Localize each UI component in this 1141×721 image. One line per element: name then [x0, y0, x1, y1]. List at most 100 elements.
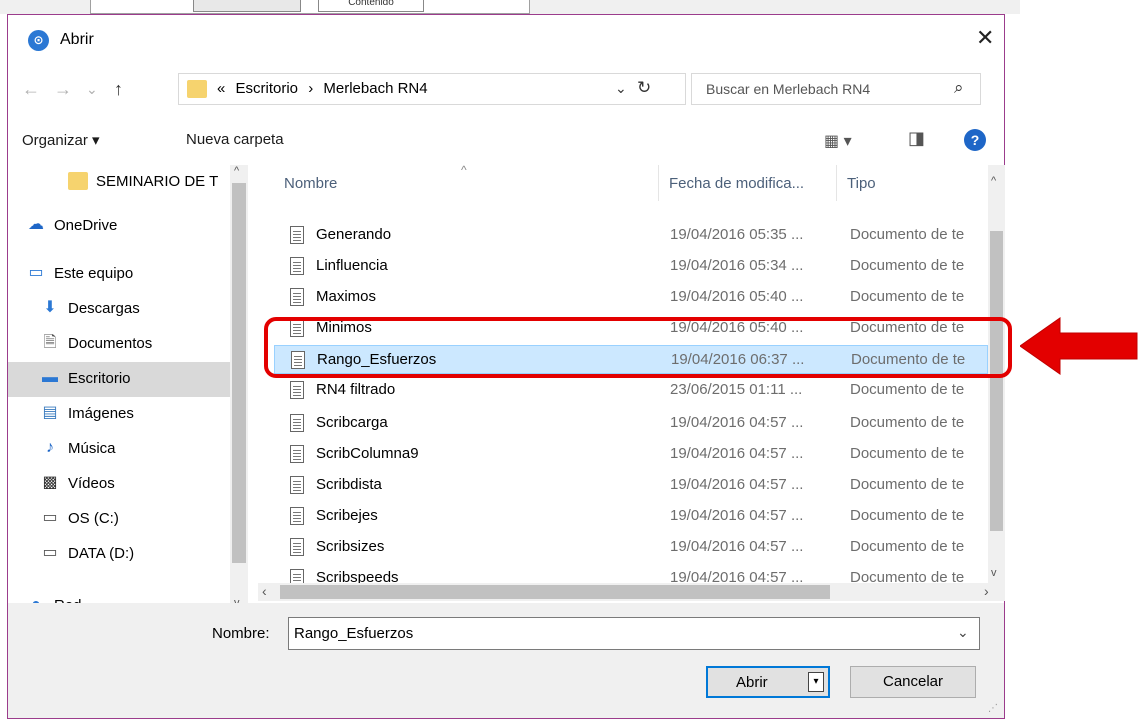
sidebar-item-label: OS (C:)	[68, 510, 119, 527]
pictures-icon: ▤	[42, 404, 58, 421]
text-file-icon	[290, 414, 304, 432]
refresh-icon[interactable]: ↻	[637, 78, 651, 98]
file-date: 19/04/2016 05:34 ...	[670, 257, 804, 274]
file-name: Generando	[316, 226, 392, 243]
text-file-icon	[290, 507, 304, 525]
file-list: Nombre ^ Fecha de modifica... Tipo Gener…	[258, 165, 988, 601]
sidebar-item-este-equipo[interactable]: ▭ Este equipo	[8, 257, 230, 292]
scroll-left-icon[interactable]: ‹	[262, 583, 267, 599]
sidebar-item-onedrive[interactable]: ☁ OneDrive	[8, 209, 230, 244]
resize-grip-icon[interactable]: ⋰	[988, 703, 998, 714]
open-options-dropdown-icon[interactable]: ▾	[808, 672, 824, 692]
vertical-scroll-thumb[interactable]	[990, 231, 1003, 531]
address-dropdown-icon[interactable]: ⌄	[615, 80, 627, 97]
music-icon: ♪	[46, 439, 54, 456]
sidebar-item-label: SEMINARIO DE T	[96, 173, 219, 190]
search-icon[interactable]: ⌕	[954, 78, 964, 98]
cancel-button[interactable]: Cancelar	[850, 666, 976, 698]
sidebar-item-seminario[interactable]: SEMINARIO DE T	[8, 165, 230, 200]
file-row[interactable]: Generando 19/04/2016 05:35 ... Documento…	[258, 221, 988, 250]
text-file-icon	[290, 257, 304, 275]
sidebar-scroll-thumb[interactable]	[232, 183, 246, 563]
file-row[interactable]: Scribdista 19/04/2016 04:57 ... Document…	[258, 471, 988, 500]
horizontal-scroll-thumb[interactable]	[280, 585, 830, 599]
search-placeholder: Buscar en Merlebach RN4	[706, 81, 871, 97]
file-date: 19/04/2016 04:57 ...	[670, 507, 804, 524]
sort-ascending-icon: ^	[461, 165, 467, 177]
scroll-up-icon[interactable]: ^	[234, 165, 239, 177]
file-list-horizontal-scrollbar[interactable]: ‹ ›	[258, 583, 1005, 601]
sidebar-item-imagenes[interactable]: ▤ Imágenes	[8, 397, 230, 432]
scroll-right-icon[interactable]: ›	[984, 583, 989, 599]
file-list-vertical-scrollbar[interactable]: ^ v	[988, 165, 1005, 601]
file-name: RN4 filtrado	[316, 381, 396, 398]
file-row[interactable]: Scribejes 19/04/2016 04:57 ... Documento…	[258, 502, 988, 531]
forward-arrow-icon[interactable]: →	[54, 79, 72, 100]
breadcrumb-separator-icon: ›	[308, 80, 314, 97]
back-arrow-icon[interactable]: ←	[22, 79, 40, 100]
background-button	[193, 0, 301, 12]
breadcrumb-escritorio[interactable]: Escritorio	[236, 80, 299, 97]
file-type: Documento de te	[850, 414, 965, 431]
open-button-label: Abrir	[736, 674, 768, 691]
file-type: Documento de te	[850, 288, 965, 305]
breadcrumb-merlebach[interactable]: Merlebach RN4	[323, 80, 427, 97]
file-row[interactable]: ScribColumna9 19/04/2016 04:57 ... Docum…	[258, 440, 988, 469]
sidebar-item-documentos[interactable]: 🗎 Documentos	[8, 327, 230, 362]
annotation-highlight-box	[264, 317, 1012, 378]
sidebar-item-musica[interactable]: ♪ Música	[8, 432, 230, 467]
preview-pane-icon[interactable]: ◨	[908, 128, 925, 149]
organize-button[interactable]: Organizar ▾	[22, 131, 100, 149]
drive-icon: ▭	[42, 509, 58, 526]
close-icon[interactable]: ✕	[976, 25, 994, 51]
help-icon[interactable]: ?	[964, 129, 986, 151]
computer-icon: ▭	[28, 264, 44, 281]
title-bar: ⊙ Abrir ✕	[8, 15, 1004, 59]
file-type: Documento de te	[850, 476, 965, 493]
file-row[interactable]: Linfluencia 19/04/2016 05:34 ... Documen…	[258, 252, 988, 281]
scroll-up-icon[interactable]: ^	[991, 175, 996, 187]
file-row[interactable]: Scribcarga 19/04/2016 04:57 ... Document…	[258, 409, 988, 438]
video-icon: ▩	[42, 474, 58, 491]
file-row[interactable]: Maximos 19/04/2016 05:40 ... Documento d…	[258, 283, 988, 312]
file-type: Documento de te	[850, 381, 965, 398]
sidebar-scrollbar[interactable]: ^ v	[230, 165, 248, 615]
navigation-pane: SEMINARIO DE T ☁ OneDrive ▭ Este equipo …	[8, 165, 248, 615]
sidebar-item-escritorio[interactable]: ▬ Escritorio	[8, 362, 230, 397]
sidebar-item-descargas[interactable]: ⬇ Descargas	[8, 292, 230, 327]
file-date: 19/04/2016 04:57 ...	[670, 414, 804, 431]
sidebar-item-label: Este equipo	[54, 265, 134, 282]
folder-icon	[187, 80, 207, 98]
column-header-type[interactable]: Tipo	[836, 165, 988, 201]
file-date: 19/04/2016 05:40 ...	[670, 288, 804, 305]
file-date: 19/04/2016 05:35 ...	[670, 226, 804, 243]
app-icon: ⊙	[28, 30, 49, 51]
breadcrumb-overflow[interactable]: «	[217, 80, 225, 97]
file-row[interactable]: Scribsizes 19/04/2016 04:57 ... Document…	[258, 533, 988, 562]
desktop-icon: ▬	[42, 369, 58, 386]
address-bar[interactable]: « Escritorio › Merlebach RN4 ⌄ ↻	[178, 73, 686, 105]
new-folder-button[interactable]: Nueva carpeta	[186, 131, 284, 148]
up-arrow-icon[interactable]: ↑	[114, 79, 123, 100]
file-name: ScribColumna9	[316, 445, 419, 462]
file-row[interactable]: RN4 filtrado 23/06/2015 01:11 ... Docume…	[258, 376, 988, 405]
recent-locations-icon[interactable]: ⌄	[86, 81, 98, 98]
download-icon: ⬇	[43, 299, 57, 316]
sidebar-item-videos[interactable]: ▩ Vídeos	[8, 467, 230, 502]
breadcrumb: « Escritorio › Merlebach RN4	[217, 80, 434, 97]
view-options-icon[interactable]: ▦ ▾	[824, 131, 852, 151]
search-input[interactable]: Buscar en Merlebach RN4 ⌕	[691, 73, 981, 105]
file-date: 23/06/2015 01:11 ...	[670, 381, 803, 398]
sidebar-item-label: Documentos	[68, 335, 153, 352]
sidebar-item-os-c[interactable]: ▭ OS (C:)	[8, 502, 230, 537]
scroll-down-icon[interactable]: v	[991, 567, 997, 579]
filename-input[interactable]: Rango_Esfuerzos ⌄	[288, 617, 980, 650]
sidebar-item-data-d[interactable]: ▭ DATA (D:)	[8, 537, 230, 572]
column-header-name[interactable]: Nombre ^	[258, 165, 658, 201]
filename-dropdown-icon[interactable]: ⌄	[957, 624, 969, 641]
column-name-label: Nombre	[284, 175, 338, 192]
sidebar-item-label: Descargas	[68, 300, 140, 317]
drive-icon: ▭	[42, 544, 58, 561]
column-header-date[interactable]: Fecha de modifica...	[658, 165, 836, 201]
file-name: Scribcarga	[316, 414, 388, 431]
